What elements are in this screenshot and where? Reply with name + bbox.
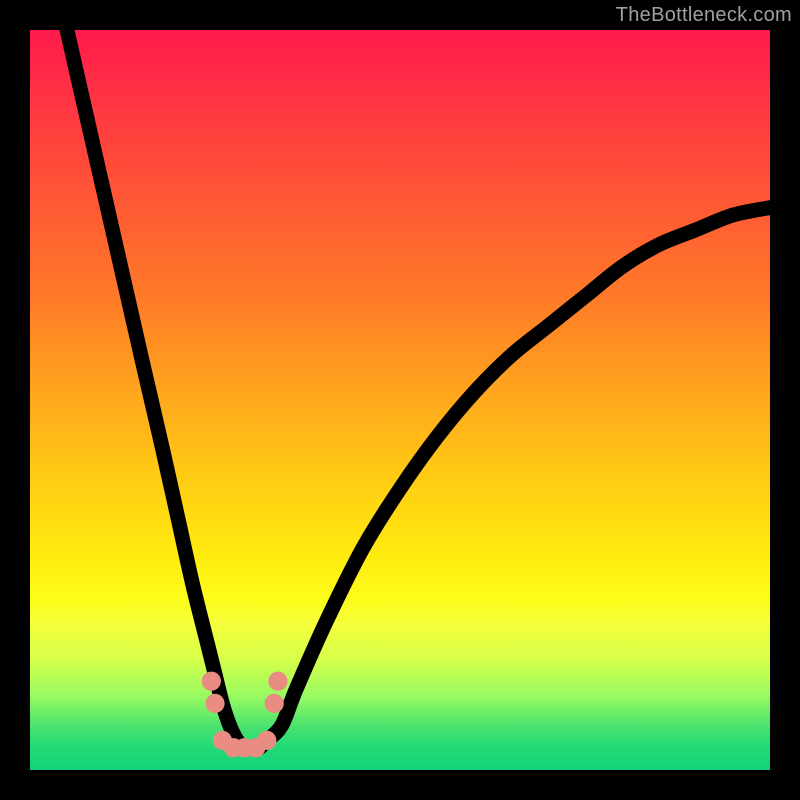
curve-marker: [257, 731, 276, 750]
curve-markers: [202, 672, 288, 758]
curve-marker: [265, 694, 284, 713]
chart-svg: [30, 30, 770, 770]
plot-area: [30, 30, 770, 770]
watermark-text: TheBottleneck.com: [616, 4, 792, 27]
bottleneck-curve: [67, 30, 770, 748]
curve-marker: [202, 672, 221, 691]
curve-marker: [268, 672, 287, 691]
curve-marker: [205, 694, 224, 713]
chart-frame: TheBottleneck.com: [0, 0, 800, 800]
